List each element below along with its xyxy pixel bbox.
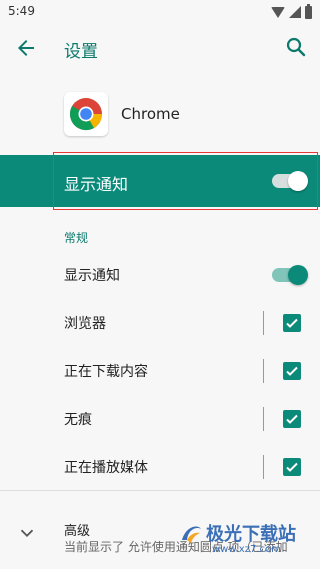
setting-label: 显示通知 xyxy=(64,268,120,284)
setting-label: 正在下载内容 xyxy=(64,364,148,380)
row-divider xyxy=(263,311,264,335)
setting-row-browser[interactable]: 浏览器 xyxy=(0,299,320,347)
setting-row-incognito[interactable]: 无痕 xyxy=(0,395,320,443)
check-icon xyxy=(286,318,298,328)
status-bar: 5:49 xyxy=(0,0,320,24)
check-icon xyxy=(286,414,298,424)
app-bar: 设置 xyxy=(0,24,320,72)
red-highlight-box xyxy=(53,152,318,210)
page-title: 设置 xyxy=(64,42,98,62)
back-arrow-icon[interactable] xyxy=(14,36,38,60)
section-header-general: 常规 xyxy=(64,231,89,245)
check-icon xyxy=(286,366,298,376)
search-icon[interactable] xyxy=(284,35,308,59)
watermark-swirl-icon xyxy=(182,526,201,543)
watermark-url: www.xz7.com xyxy=(212,544,281,555)
signal-icon xyxy=(289,6,301,18)
setting-row-downloads[interactable]: 正在下载内容 xyxy=(0,347,320,395)
chrome-app-icon xyxy=(64,92,108,136)
check-icon xyxy=(286,462,298,472)
app-name: Chrome xyxy=(121,105,180,123)
setting-label: 正在播放媒体 xyxy=(64,460,148,476)
switch-thumb xyxy=(288,265,308,285)
setting-row-media-playback[interactable]: 正在播放媒体 xyxy=(0,443,320,491)
wifi-icon xyxy=(271,6,285,18)
media-playback-checkbox[interactable] xyxy=(283,458,301,476)
row-divider xyxy=(263,407,264,431)
show-notifications-switch[interactable] xyxy=(272,265,308,285)
advanced-title: 高级 xyxy=(64,524,91,539)
setting-row-show-notifications[interactable]: 显示通知 xyxy=(0,251,320,299)
chevron-down-icon xyxy=(20,529,34,538)
downloads-checkbox[interactable] xyxy=(283,362,301,380)
watermark-logo: 极光下载站 www.xz7.com xyxy=(178,518,318,566)
browser-checkbox[interactable] xyxy=(283,314,301,332)
setting-label: 无痕 xyxy=(64,412,92,428)
row-divider xyxy=(263,455,264,479)
incognito-checkbox[interactable] xyxy=(283,410,301,428)
status-icons xyxy=(271,3,312,20)
section-divider xyxy=(0,490,320,491)
setting-label: 浏览器 xyxy=(64,316,106,332)
status-time: 5:49 xyxy=(8,4,35,18)
watermark-text: 极光下载站 xyxy=(206,524,296,545)
app-info-header: Chrome xyxy=(0,86,320,142)
row-divider xyxy=(263,359,264,383)
battery-icon xyxy=(305,3,312,19)
